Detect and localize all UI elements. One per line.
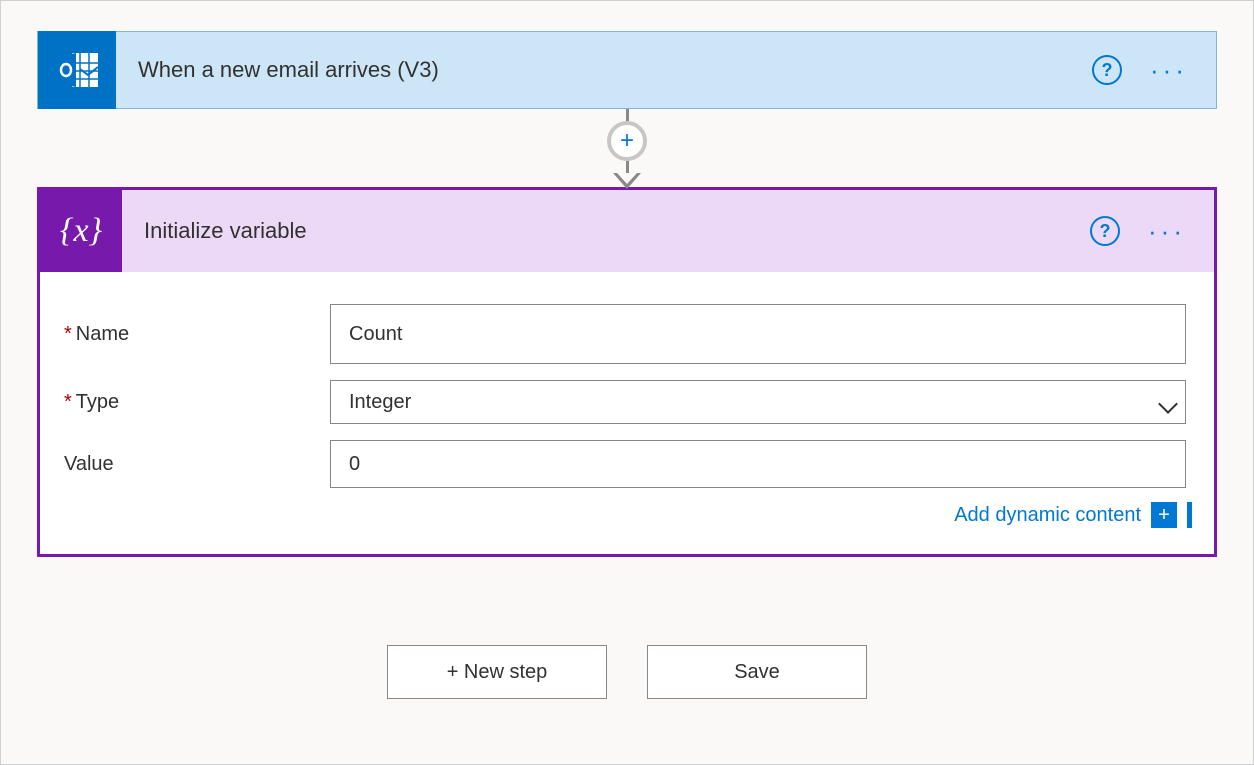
field-label-name: *Name <box>64 323 330 346</box>
variable-glyph: {x} <box>60 212 102 250</box>
help-glyph: ? <box>1100 221 1111 242</box>
variable-icon: {x} <box>40 190 122 272</box>
add-dynamic-content-link[interactable]: Add dynamic content <box>954 504 1141 527</box>
help-icon[interactable]: ? <box>1092 55 1122 85</box>
type-selected-value: Integer <box>349 391 1163 414</box>
field-label-type: *Type <box>64 391 330 414</box>
more-menu-icon[interactable]: ··· <box>1148 218 1186 244</box>
outlook-icon <box>38 31 116 109</box>
plus-square-icon[interactable]: + <box>1151 502 1177 528</box>
action-actions: ? ··· <box>1090 216 1214 246</box>
value-input[interactable] <box>330 440 1186 488</box>
arrow-down-icon-inner <box>617 173 637 184</box>
label-text: Type <box>76 391 119 414</box>
help-icon[interactable]: ? <box>1090 216 1120 246</box>
action-header[interactable]: {x} Initialize variable ? ··· <box>40 190 1214 272</box>
plus-glyph: + <box>620 129 634 153</box>
label-text: Value <box>64 453 114 476</box>
type-select[interactable]: Integer <box>330 380 1186 424</box>
flow-column: When a new email arrives (V3) ? ··· + {x… <box>37 31 1217 699</box>
field-label-value: Value <box>64 453 330 476</box>
designer-canvas: When a new email arrives (V3) ? ··· + {x… <box>0 0 1254 765</box>
new-step-button[interactable]: + New step <box>387 645 607 699</box>
dynamic-content-handle[interactable] <box>1187 502 1192 528</box>
connector-line <box>626 109 629 121</box>
more-menu-icon[interactable]: ··· <box>1150 57 1188 83</box>
save-label: Save <box>734 661 780 684</box>
action-title: Initialize variable <box>122 218 1090 244</box>
field-row-value: Value <box>40 432 1214 496</box>
label-text: Name <box>76 323 129 346</box>
insert-step-button[interactable]: + <box>607 121 647 161</box>
trigger-title: When a new email arrives (V3) <box>116 57 1092 83</box>
action-body: *Name *Type Integer Value Add dynamic co… <box>40 272 1214 554</box>
dynamic-content-row: Add dynamic content + <box>40 496 1214 528</box>
action-card-initialize-variable: {x} Initialize variable ? ··· *Name *Typ… <box>37 187 1217 557</box>
connector-line <box>626 161 629 173</box>
required-indicator: * <box>64 323 72 346</box>
trigger-actions: ? ··· <box>1092 55 1216 85</box>
connector: + <box>37 109 1217 187</box>
footer-buttons: + New step Save <box>37 645 1217 699</box>
save-button[interactable]: Save <box>647 645 867 699</box>
field-row-name: *Name <box>40 296 1214 372</box>
trigger-card[interactable]: When a new email arrives (V3) ? ··· <box>37 31 1217 109</box>
required-indicator: * <box>64 391 72 414</box>
plus-glyph: + <box>1158 505 1170 525</box>
field-row-type: *Type Integer <box>40 372 1214 432</box>
new-step-label: + New step <box>447 661 548 684</box>
name-input[interactable] <box>330 304 1186 364</box>
help-glyph: ? <box>1102 60 1113 81</box>
